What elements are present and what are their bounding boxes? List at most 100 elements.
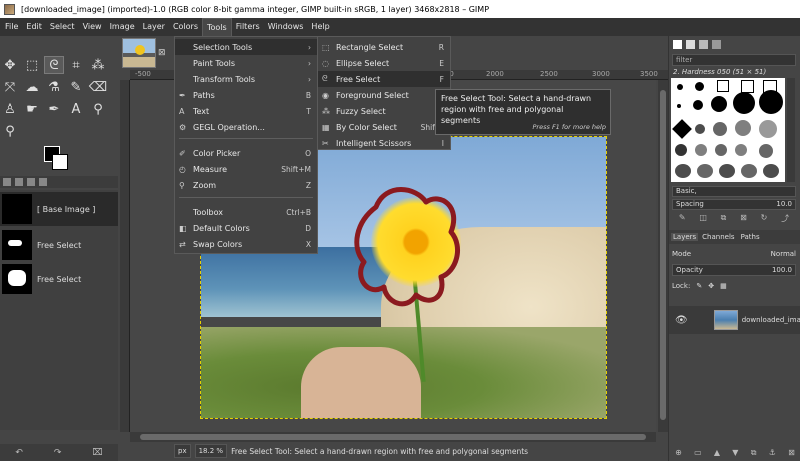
lower-layer-icon[interactable]: ▼ xyxy=(732,448,738,457)
fonts-tab-icon[interactable] xyxy=(699,39,708,49)
zoom-tool-icon[interactable]: ⚲ xyxy=(0,122,20,140)
document-history-tab-icon[interactable] xyxy=(712,39,721,49)
tab-paths[interactable]: Paths xyxy=(739,233,762,241)
layer-row[interactable]: 👁 downloaded_ima xyxy=(669,306,800,334)
brush-spacing-slider[interactable]: Spacing 10.0 xyxy=(672,199,796,210)
fuzzy-select-tool-icon[interactable]: ⁂ xyxy=(88,56,108,74)
crop-tool-icon[interactable]: ⌗ xyxy=(66,56,86,74)
tab-channels[interactable]: Channels xyxy=(700,233,736,241)
raise-layer-icon[interactable]: ▲ xyxy=(714,448,720,457)
menu-item-zoom[interactable]: ⚲ Zoom Z xyxy=(175,177,317,193)
path-tool-icon[interactable]: ✒ xyxy=(44,100,64,118)
duplicate-brush-icon[interactable]: ⧉ xyxy=(721,213,727,225)
color-picker-tool-icon[interactable]: ⚲ xyxy=(88,100,108,118)
paintbrush-tool-icon[interactable]: ✎ xyxy=(66,78,86,96)
menu-file[interactable]: File xyxy=(1,18,22,36)
rectangle-select-tool-icon[interactable]: ⬚ xyxy=(22,56,42,74)
device-status-tab-icon[interactable] xyxy=(15,178,23,186)
menu-item-paths[interactable]: ✒ Paths B xyxy=(175,87,317,103)
move-tool-icon[interactable]: ✥ xyxy=(0,56,20,74)
menu-edit[interactable]: Edit xyxy=(22,18,46,36)
brush-filter-input[interactable]: filter xyxy=(672,54,796,66)
smudge-tool-icon[interactable]: ☛ xyxy=(22,100,42,118)
patterns-tab-icon[interactable] xyxy=(686,39,695,49)
bucket-fill-tool-icon[interactable]: ⚗ xyxy=(44,78,64,96)
menu-select[interactable]: Select xyxy=(46,18,79,36)
tab-layers[interactable]: Layers xyxy=(671,233,699,241)
menu-item-measure[interactable]: ◴ Measure Shift+M xyxy=(175,161,317,177)
menu-item-toolbox[interactable]: Toolbox Ctrl+B xyxy=(175,204,317,220)
layer-name[interactable]: downloaded_ima xyxy=(742,316,800,324)
menu-item-default-colors[interactable]: ◧ Default Colors D xyxy=(175,220,317,236)
zoom-select[interactable]: 18.2 % xyxy=(194,444,228,458)
new-brush-icon[interactable]: ◫ xyxy=(699,213,707,225)
vertical-scrollbar[interactable] xyxy=(658,80,668,432)
brushes-tab-icon[interactable] xyxy=(673,39,682,49)
lock-pixels-icon[interactable]: ✎ xyxy=(696,282,702,290)
submenu-item-fuzzy-select[interactable]: ⁂ Fuzzy Select U xyxy=(318,103,450,119)
vertical-ruler[interactable] xyxy=(120,80,130,432)
eraser-tool-icon[interactable]: ⌫ xyxy=(88,78,108,96)
background-color-swatch[interactable] xyxy=(52,154,68,170)
history-item[interactable]: Free Select xyxy=(0,262,118,296)
right-dock: filter 2. Hardness 050 (51 × 51) Basic, … xyxy=(668,36,800,461)
history-item[interactable]: [ Base Image ] xyxy=(0,192,118,226)
submenu-item-by-color-select[interactable]: ▦ By Color Select Shift+ xyxy=(318,119,450,135)
default-colors-icon: ◧ xyxy=(179,223,187,233)
undo-icon[interactable]: ↶ xyxy=(15,448,23,458)
menu-image[interactable]: Image xyxy=(106,18,139,36)
ruler-label: 3000 xyxy=(592,70,610,78)
brush-scrollbar[interactable] xyxy=(787,78,795,182)
submenu-item-foreground-select[interactable]: ◉ Foreground Select xyxy=(318,87,450,103)
menu-help[interactable]: Help xyxy=(307,18,333,36)
open-brush-icon[interactable]: ⤴ xyxy=(781,213,789,225)
unified-transform-tool-icon[interactable]: ⤧ xyxy=(0,78,20,96)
image-tab-thumbnail[interactable] xyxy=(122,38,156,68)
lock-position-icon[interactable]: ✥ xyxy=(708,282,714,290)
submenu-item-free-select[interactable]: ᘓ Free Select F xyxy=(318,71,450,87)
menu-item-gegl-operation[interactable]: ⚙ GEGL Operation... xyxy=(175,119,317,135)
history-item[interactable]: Free Select xyxy=(0,228,118,262)
submenu-item-ellipse-select[interactable]: ◌ Ellipse Select E xyxy=(318,55,450,71)
visibility-eye-icon[interactable]: 👁 xyxy=(675,315,688,326)
close-image-tab-icon[interactable]: ⊠ xyxy=(158,48,166,58)
undo-history-tab-icon[interactable] xyxy=(27,178,35,186)
clone-tool-icon[interactable]: ♙ xyxy=(0,100,20,118)
mode-select[interactable]: Normal xyxy=(771,250,796,258)
menu-layer[interactable]: Layer xyxy=(139,18,169,36)
tool-options-tab-icon[interactable] xyxy=(3,178,11,186)
delete-layer-icon[interactable]: ⊠ xyxy=(788,448,795,457)
refresh-brushes-icon[interactable]: ↻ xyxy=(761,213,768,225)
menu-tools[interactable]: Tools xyxy=(202,18,232,36)
duplicate-layer-icon[interactable]: ⧉ xyxy=(751,448,757,458)
lock-alpha-icon[interactable]: ▦ xyxy=(720,282,727,290)
submenu-item-intelligent-scissors[interactable]: ✂ Intelligent Scissors I xyxy=(318,135,450,151)
anchor-layer-icon[interactable]: ⚓ xyxy=(769,448,776,457)
new-group-icon[interactable]: ▭ xyxy=(694,448,702,457)
menu-item-transform-tools[interactable]: Transform Tools › xyxy=(175,71,317,87)
fuzzy-select-icon: ⁂ xyxy=(322,106,330,116)
brush-preset-field[interactable]: Basic, xyxy=(672,186,796,197)
submenu-item-rectangle-select[interactable]: ⬚ Rectangle Select R xyxy=(318,39,450,55)
new-layer-icon[interactable]: ⊕ xyxy=(675,448,682,457)
free-select-tool-icon[interactable]: ᘓ xyxy=(44,56,64,74)
unit-select[interactable]: px xyxy=(174,444,191,458)
warp-transform-tool-icon[interactable]: ☁ xyxy=(22,78,42,96)
menu-colors[interactable]: Colors xyxy=(169,18,202,36)
opacity-slider[interactable]: Opacity 100.0 xyxy=(672,264,796,276)
clear-history-icon[interactable]: ⌧ xyxy=(92,448,102,458)
menu-item-selection-tools[interactable]: Selection Tools › xyxy=(175,39,317,55)
menu-item-color-picker[interactable]: ✐ Color Picker O xyxy=(175,145,317,161)
menu-item-text[interactable]: A Text T xyxy=(175,103,317,119)
redo-icon[interactable]: ↷ xyxy=(54,448,62,458)
brush-grid[interactable] xyxy=(671,78,785,182)
text-tool-icon[interactable]: A xyxy=(66,100,86,118)
delete-brush-icon[interactable]: ⊠ xyxy=(740,213,747,225)
edit-brush-icon[interactable]: ✎ xyxy=(679,213,686,225)
menu-item-swap-colors[interactable]: ⇄ Swap Colors X xyxy=(175,236,317,252)
menu-filters[interactable]: Filters xyxy=(232,18,264,36)
menu-view[interactable]: View xyxy=(79,18,106,36)
images-tab-icon[interactable] xyxy=(39,178,47,186)
menu-item-paint-tools[interactable]: Paint Tools › xyxy=(175,55,317,71)
menu-windows[interactable]: Windows xyxy=(264,18,308,36)
